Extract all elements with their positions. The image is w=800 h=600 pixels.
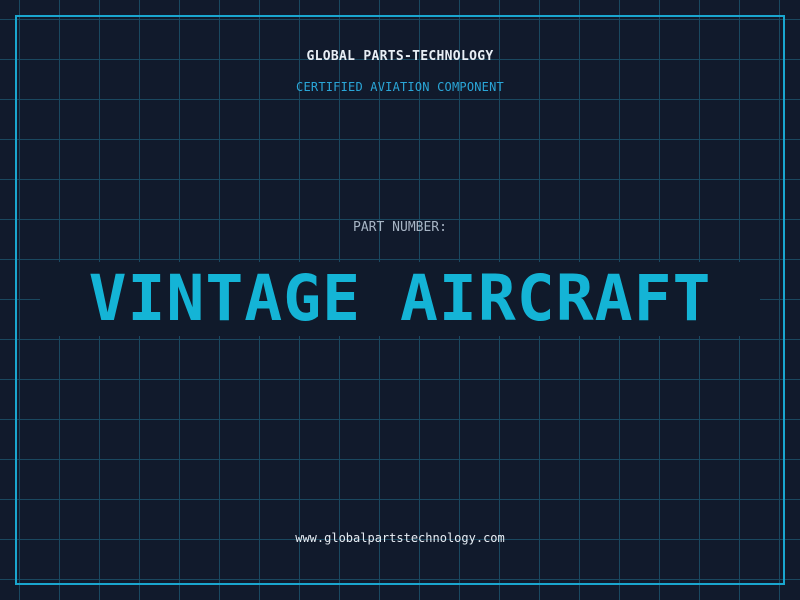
website-link[interactable]: www.globalpartstechnology.com: [0, 531, 800, 545]
part-name-panel: VINTAGE AIRCRAFT: [40, 262, 760, 336]
brand-title: GLOBAL PARTS-TECHNOLOGY: [306, 49, 494, 64]
part-name: VINTAGE AIRCRAFT: [88, 262, 712, 335]
tagline: CERTIFIED AVIATION COMPONENT: [296, 80, 504, 94]
part-number-label: PART NUMBER:: [353, 220, 447, 235]
